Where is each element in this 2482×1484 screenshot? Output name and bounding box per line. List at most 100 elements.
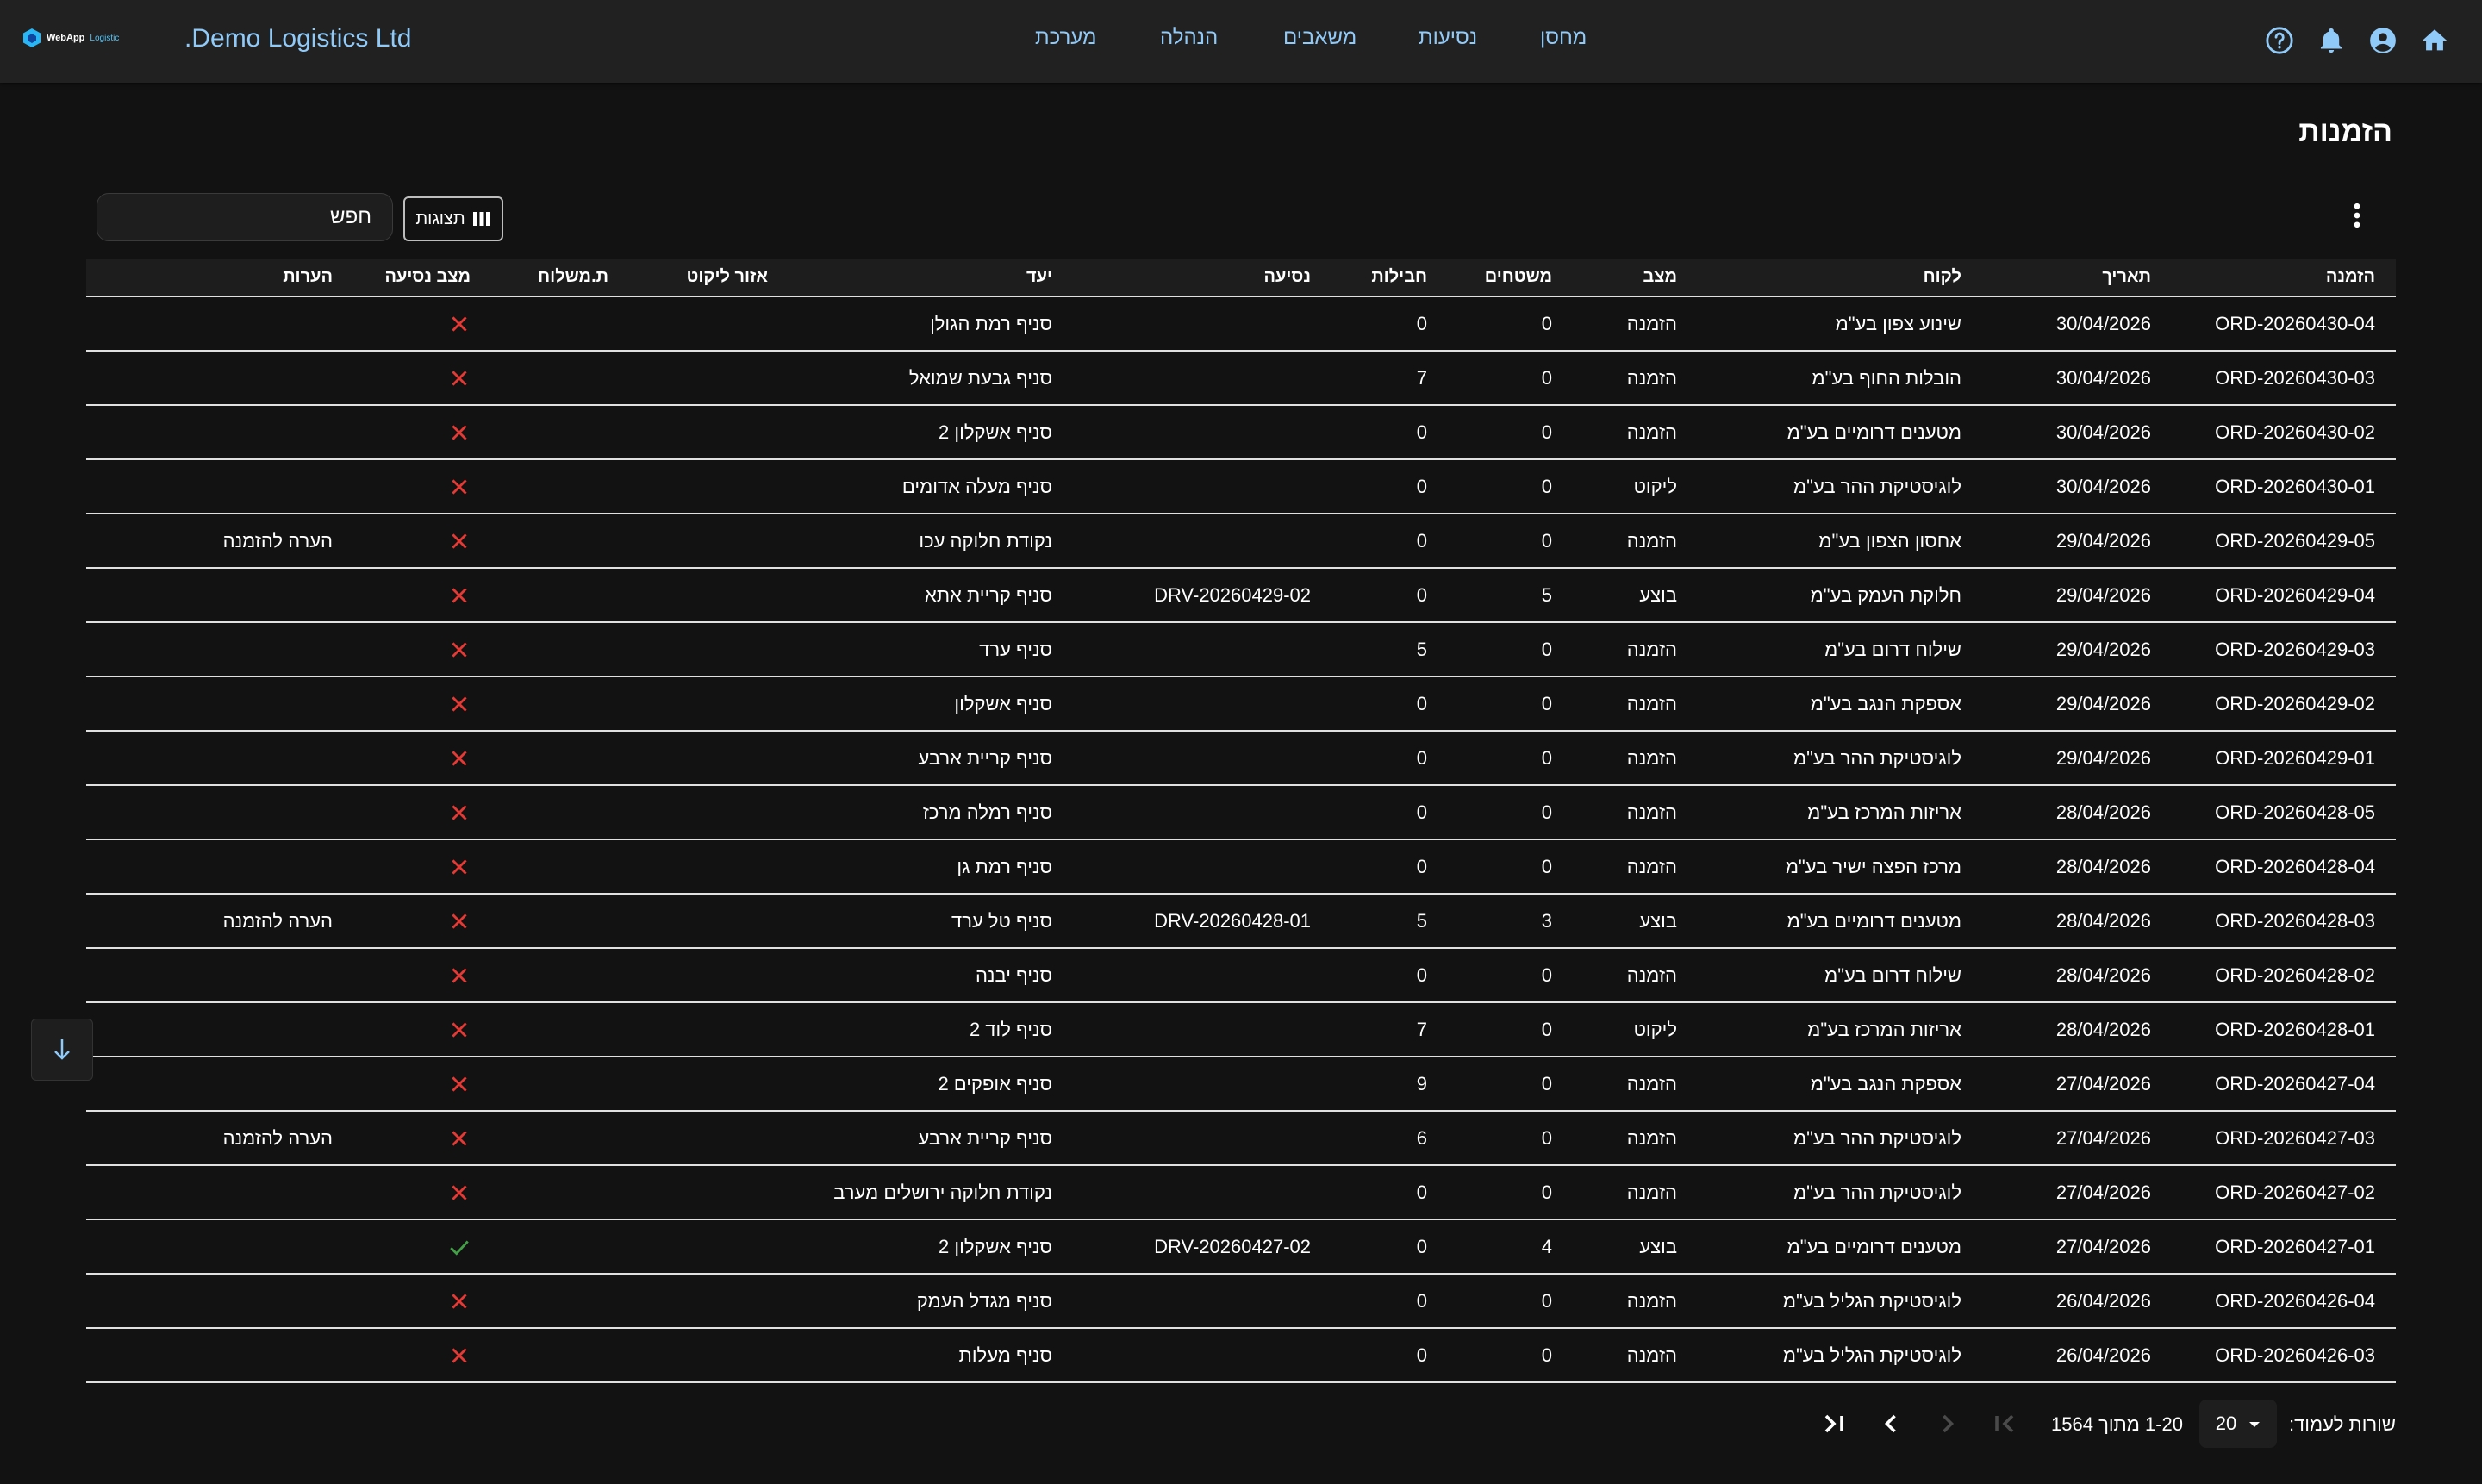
ship-date-cell (491, 731, 629, 785)
close-icon (452, 968, 467, 983)
table-row[interactable]: ORD-20260429-02 29/04/2026 אספקת הנגב בע"מ… (86, 677, 2396, 731)
table-row[interactable]: ORD-20260429-01 29/04/2026 לוגיסטיקת ההר ב… (86, 731, 2396, 785)
trip-status-cell (353, 405, 491, 459)
account-icon[interactable] (2368, 26, 2398, 55)
close-icon (452, 588, 467, 603)
packages-cell: 0 (1416, 801, 1427, 823)
close-icon (452, 805, 467, 820)
bell-icon[interactable] (2317, 26, 2346, 55)
notes-cell: הערה להזמנה (222, 909, 333, 932)
close-icon (452, 316, 467, 332)
rows-per-page-select[interactable]: 20 (2199, 1400, 2277, 1448)
customer-cell: לוגיסטיקת הגליל בע"מ (1782, 1289, 1961, 1312)
close-icon (452, 751, 467, 766)
trip-status-cell (353, 1057, 491, 1111)
destination-cell: סניף מעלות (958, 1344, 1052, 1366)
trip-status-cell (353, 296, 491, 351)
nav-resources[interactable]: משאבים (1283, 26, 1356, 50)
nav-warehouse[interactable]: מחסן (1540, 26, 1587, 50)
notes-cell (86, 677, 353, 731)
table-row[interactable]: ORD-20260426-04 26/04/2026 לוגיסטיקת הגליל… (86, 1274, 2396, 1328)
notes-cell (86, 839, 353, 894)
notes-cell (86, 1057, 353, 1111)
nav-management[interactable]: הנהלה (1160, 26, 1218, 50)
nav-trips[interactable]: נסיעות (1419, 26, 1477, 50)
header-col-status[interactable]: מצב (1573, 259, 1698, 296)
pick-zone-cell (629, 1111, 789, 1165)
notes-cell (86, 948, 353, 1002)
views-button[interactable]: תצוגות (403, 196, 503, 241)
trip-status-cell (353, 568, 491, 622)
table-row[interactable]: ORD-20260430-02 30/04/2026 מטענים דרומיים … (86, 405, 2396, 459)
status-cell: הזמנה (1626, 312, 1677, 334)
trip-cell (1073, 731, 1331, 785)
header-col-packages[interactable]: חבילות (1331, 259, 1448, 296)
table-row[interactable]: ORD-20260428-03 28/04/2026 מטענים דרומיים … (86, 894, 2396, 948)
header-col-notes[interactable]: הערות (86, 259, 353, 296)
order-id-cell: ORD-20260429-03 (2215, 638, 2375, 660)
help-icon[interactable] (2265, 26, 2294, 55)
table-row[interactable]: ORD-20260428-05 28/04/2026 אריזות המרכז בע… (86, 785, 2396, 839)
brand-logo[interactable]: WebApp Logistic (22, 28, 119, 48)
table-row[interactable]: ORD-20260428-04 28/04/2026 מרכז הפצה ישיר … (86, 839, 2396, 894)
table-row[interactable]: ORD-20260427-02 27/04/2026 לוגיסטיקת ההר ב… (86, 1165, 2396, 1219)
table-row[interactable]: ORD-20260427-03 27/04/2026 לוגיסטיקת ההר ב… (86, 1111, 2396, 1165)
pallets-cell: 0 (1541, 366, 1552, 389)
table-row[interactable]: ORD-20260430-04 30/04/2026 שינוע צפון בע"מ… (86, 296, 2396, 351)
home-icon[interactable] (2420, 26, 2449, 55)
order-id-cell: ORD-20260428-02 (2215, 963, 2375, 986)
header-col-customer[interactable]: לקוח (1698, 259, 1982, 296)
header-col-date[interactable]: תאריך (1982, 259, 2172, 296)
destination-cell: סניף טל ערד (951, 909, 1052, 932)
header-col-trip-status[interactable]: מצב נסיעה (353, 259, 491, 296)
last-page-icon[interactable] (1818, 1408, 1849, 1439)
nav-system[interactable]: מערכת (1035, 26, 1097, 50)
trip-cell (1073, 1274, 1331, 1328)
table-row[interactable]: ORD-20260428-01 28/04/2026 אריזות המרכז בע… (86, 1002, 2396, 1057)
table-row[interactable]: ORD-20260427-01 27/04/2026 מטענים דרומיים … (86, 1219, 2396, 1274)
notes-cell (86, 405, 353, 459)
notes-cell (86, 1328, 353, 1382)
packages-cell: 0 (1416, 855, 1427, 877)
ship-date-cell (491, 1219, 629, 1274)
date-cell: 28/04/2026 (2055, 855, 2151, 877)
packages-cell: 0 (1416, 583, 1427, 606)
more-options-icon[interactable] (2344, 200, 2370, 231)
customer-cell: לוגיסטיקת ההר בע"מ (1793, 1181, 1961, 1203)
notes-cell (86, 785, 353, 839)
status-cell: הזמנה (1626, 1344, 1677, 1366)
close-icon (452, 1294, 467, 1309)
pallets-cell: 0 (1541, 1289, 1552, 1312)
header-col-pallets[interactable]: משטחים (1448, 259, 1573, 296)
header-col-pick-zone[interactable]: אזור ליקוט (629, 259, 789, 296)
search-input[interactable] (97, 193, 393, 241)
pallets-cell: 0 (1541, 1018, 1552, 1040)
previous-page-icon[interactable] (1932, 1408, 1963, 1439)
scroll-down-button[interactable] (31, 1019, 93, 1081)
header-col-trip[interactable]: נסיעה (1073, 259, 1331, 296)
ship-date-cell (491, 568, 629, 622)
packages-cell: 0 (1416, 1289, 1427, 1312)
table-row[interactable]: ORD-20260427-04 27/04/2026 אספקת הנגב בע"מ… (86, 1057, 2396, 1111)
orders-table: הזמנה תאריך לקוח מצב משטחים חבילות נסיעה יעד אזו… (86, 259, 2396, 1383)
table-row[interactable]: ORD-20260429-05 29/04/2026 אחסון הצפון בע"… (86, 514, 2396, 568)
destination-cell: סניף יבנה (975, 963, 1052, 986)
destination-cell: סניף אשקלון 2 (939, 421, 1052, 443)
header-col-order[interactable]: הזמנה (2172, 259, 2396, 296)
next-page-icon[interactable] (1875, 1408, 1906, 1439)
ship-date-cell (491, 1111, 629, 1165)
caret-down-icon (2249, 1422, 2261, 1427)
table-row[interactable]: ORD-20260426-03 26/04/2026 לוגיסטיקת הגליל… (86, 1328, 2396, 1382)
status-cell: הזמנה (1626, 638, 1677, 660)
table-row[interactable]: ORD-20260430-01 30/04/2026 לוגיסטיקת ההר ב… (86, 459, 2396, 514)
header-col-destination[interactable]: יעד (789, 259, 1073, 296)
header-col-ship-date[interactable]: ת.משלוח (491, 259, 629, 296)
order-id-cell: ORD-20260429-02 (2215, 692, 2375, 714)
first-page-icon[interactable] (1989, 1408, 2020, 1439)
table-row[interactable]: ORD-20260429-03 29/04/2026 שילוח דרום בע"מ… (86, 622, 2396, 677)
brand-subtext: Logistic (90, 33, 120, 43)
table-row[interactable]: ORD-20260428-02 28/04/2026 שילוח דרום בע"מ… (86, 948, 2396, 1002)
table-row[interactable]: ORD-20260430-03 30/04/2026 הובלות החוף בע"… (86, 351, 2396, 405)
ship-date-cell (491, 1165, 629, 1219)
table-row[interactable]: ORD-20260429-04 29/04/2026 חלוקת העמק בע"מ… (86, 568, 2396, 622)
